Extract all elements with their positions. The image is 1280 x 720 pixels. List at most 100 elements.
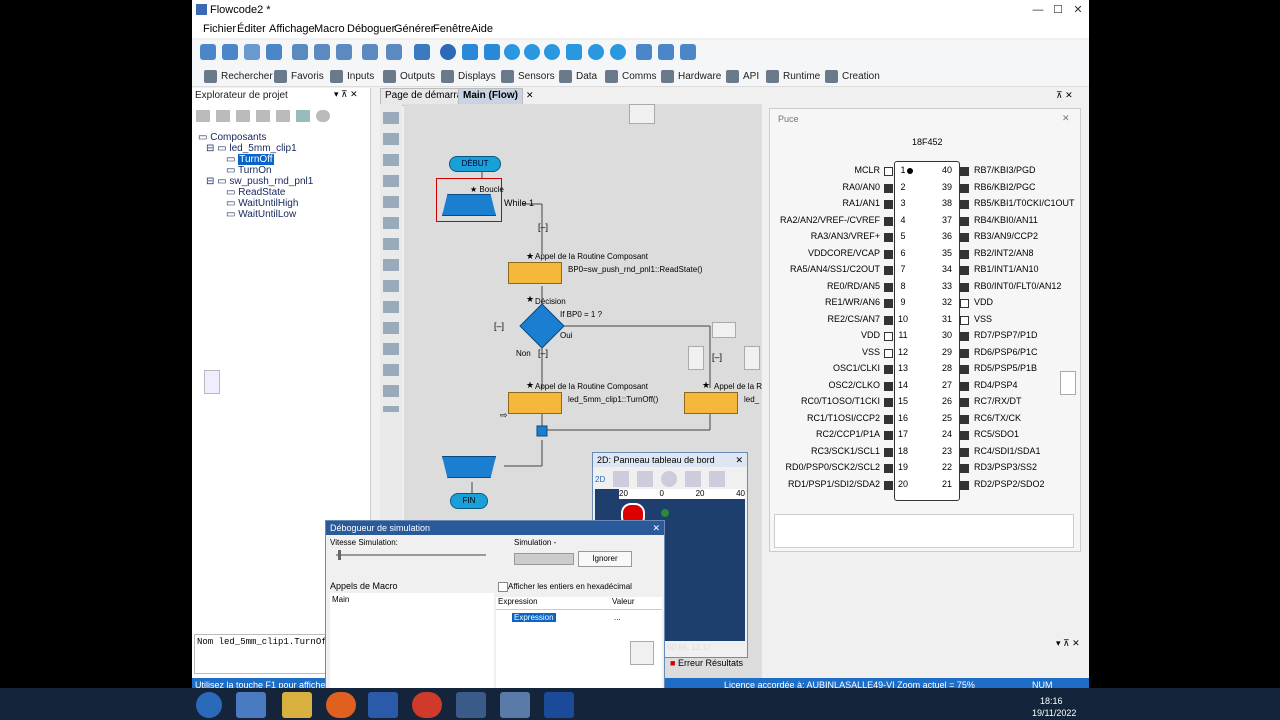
move-icon[interactable] [637, 471, 654, 487]
chip-pin-square[interactable] [960, 216, 969, 226]
chrome-icon[interactable] [412, 692, 442, 718]
pin-icon[interactable]: ▾ ⊼ ✕ [334, 89, 358, 100]
cut-icon[interactable] [292, 44, 308, 60]
dock-left-icon[interactable] [204, 370, 220, 394]
chip-panel-close-icon[interactable]: ✕ [1062, 113, 1070, 124]
chip-pin-square[interactable] [960, 464, 969, 473]
firefox-icon[interactable] [326, 692, 356, 718]
taskbar-app-icon[interactable] [236, 692, 266, 718]
led-component[interactable] [661, 509, 669, 517]
speed-slider-track[interactable] [336, 554, 486, 556]
stop-icon[interactable] [544, 44, 560, 60]
minimize-icon[interactable]: — [1030, 3, 1046, 17]
macro-calls-list[interactable]: Main [330, 593, 494, 691]
col-expression[interactable]: Expression [498, 597, 538, 606]
hardware-button[interactable]: Hardware [661, 68, 721, 84]
view-icon[interactable] [440, 44, 456, 60]
chip-pin-square[interactable] [884, 398, 893, 407]
chip-pin-square[interactable] [960, 183, 969, 193]
chip-pin-square[interactable] [960, 249, 969, 259]
step-icon[interactable] [588, 44, 604, 60]
chip-pin-square[interactable] [884, 480, 893, 490]
probe2-icon[interactable] [484, 44, 500, 60]
results-tab[interactable]: ■ Erreur Résultats [670, 658, 743, 668]
ev-icon[interactable] [316, 110, 330, 122]
open-folder-icon[interactable] [222, 44, 238, 60]
chip-pin-square[interactable] [884, 233, 893, 242]
flow-end[interactable]: FIN [450, 493, 488, 509]
dock-bottom-icon[interactable] [630, 641, 654, 665]
undo-icon[interactable] [362, 44, 378, 60]
help-icon[interactable] [414, 44, 430, 60]
favoris-button[interactable]: Favoris [274, 68, 324, 84]
displays-button[interactable]: Displays [441, 68, 496, 84]
tree-item-switch[interactable]: ⊟ ▭ sw_push_rnd_pnl1 [206, 176, 313, 187]
dock-right-mid-icon[interactable] [744, 346, 760, 370]
chip-pin-square[interactable] [884, 315, 893, 325]
api-button[interactable]: API [726, 68, 759, 84]
creation-button[interactable]: Creation [825, 68, 880, 84]
speed-slider-thumb[interactable] [338, 550, 341, 560]
close-icon[interactable]: ✕ [1070, 3, 1086, 17]
chip-pin-square[interactable] [960, 282, 969, 292]
chip-pin-square[interactable] [884, 414, 893, 424]
watch-expression[interactable]: Expression [512, 613, 556, 622]
pointer-icon[interactable] [613, 471, 630, 487]
dock-left-mid-icon[interactable] [688, 346, 704, 370]
collapse-decision-toggle[interactable]: [–] [494, 321, 504, 331]
loop-block[interactable] [442, 194, 496, 216]
tree-item-waituntillow[interactable]: ▭ WaitUntilLow [226, 209, 296, 220]
dashboard-close-icon[interactable]: ✕ [735, 453, 743, 467]
macro-icon[interactable] [276, 110, 290, 122]
chip-pin-square[interactable] [884, 249, 893, 259]
start-button-icon[interactable] [196, 692, 222, 718]
save-icon[interactable] [266, 44, 282, 60]
redo-icon[interactable] [386, 44, 402, 60]
chip-pin-square[interactable] [960, 233, 969, 242]
step-over-icon[interactable] [610, 44, 626, 60]
chip-pin-square[interactable] [960, 266, 969, 275]
chip-pin-square[interactable] [960, 200, 969, 209]
sensors-button[interactable]: Sensors [501, 68, 555, 84]
parallelogram-icon[interactable] [196, 110, 210, 122]
debugger-close-icon[interactable]: ✕ [652, 521, 660, 535]
rotate-icon[interactable] [661, 471, 678, 487]
list-icon[interactable] [256, 110, 270, 122]
chip-pin-square[interactable] [960, 315, 969, 325]
compile2-icon[interactable] [658, 44, 674, 60]
chip-pin-square[interactable] [884, 299, 893, 308]
chip-pin-square[interactable] [884, 381, 893, 391]
collapse-loop-toggle[interactable]: [–] [538, 222, 548, 232]
chip-pin-square[interactable] [884, 365, 893, 374]
selected-view-icon[interactable] [296, 110, 310, 122]
scale-icon[interactable] [685, 471, 702, 487]
csim-icon[interactable] [566, 44, 582, 60]
chip-pin-square[interactable] [960, 348, 969, 358]
flow-start[interactable]: DÉBUT [449, 156, 501, 172]
explorer-icon[interactable] [282, 692, 312, 718]
inputs-button[interactable]: Inputs [330, 68, 374, 84]
tree-item-waituntilhigh[interactable]: ▭ WaitUntilHigh [226, 198, 298, 209]
flowcode-taskbar-icon[interactable] [544, 692, 574, 718]
tree-item-turnon[interactable]: ▭ TurnOn [226, 165, 272, 176]
loop-end-block[interactable] [442, 456, 496, 478]
remote-icon[interactable] [500, 692, 530, 718]
chip-pin-square[interactable] [884, 282, 893, 292]
maximize-icon[interactable]: ☐ [1050, 3, 1066, 17]
tree-item-readstate[interactable]: ▭ ReadState [226, 187, 286, 198]
chip-pin-square[interactable] [884, 332, 893, 341]
word-icon[interactable] [368, 692, 398, 718]
play-icon[interactable] [504, 44, 520, 60]
chip-pin-square[interactable] [960, 381, 969, 391]
menu-aide[interactable]: Aide [466, 23, 498, 35]
new-file-icon[interactable] [200, 44, 216, 60]
call3-block[interactable] [684, 392, 738, 414]
watch-value[interactable]: ... [614, 613, 621, 622]
chip-pin-square[interactable] [960, 299, 969, 308]
macro-call-main[interactable]: Main [332, 595, 349, 604]
reload-icon[interactable] [244, 44, 260, 60]
chip-pin-square[interactable] [884, 183, 893, 193]
rechercher-button[interactable]: Rechercher [204, 68, 273, 84]
chip-pin-square[interactable] [884, 464, 893, 473]
chip-pin-square[interactable] [884, 348, 893, 358]
